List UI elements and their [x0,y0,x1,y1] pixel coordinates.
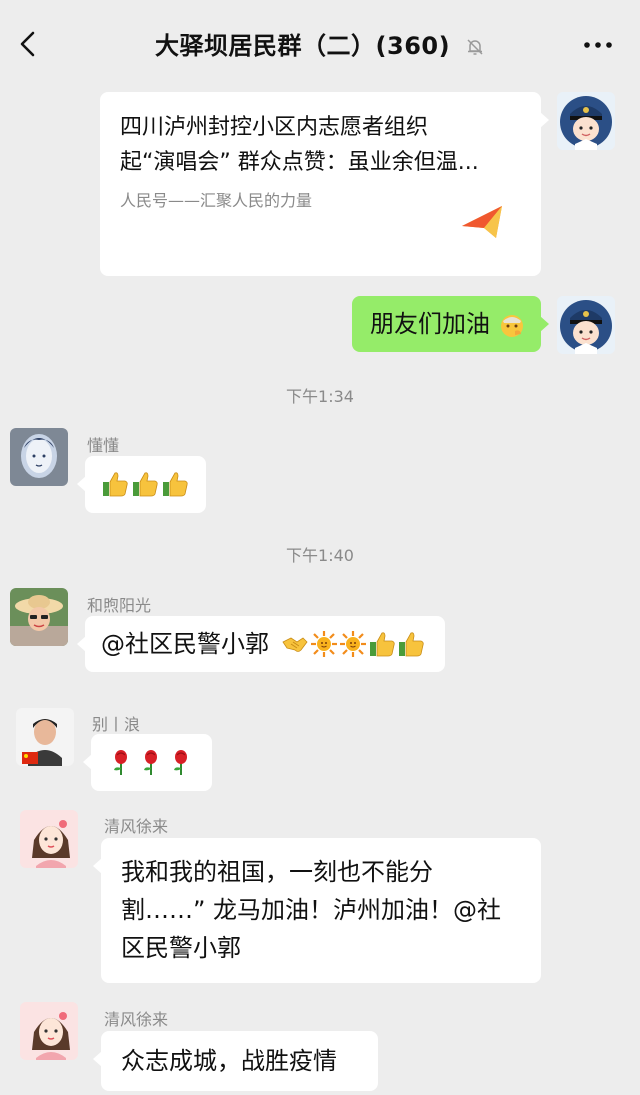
self-avatar[interactable] [557,92,615,150]
timestamp: 下午1:34 [286,387,354,406]
sun-emoji [340,631,366,657]
paper-plane-icon [462,206,502,238]
sender-name: 清风徐来 [104,1010,169,1029]
member-avatar[interactable] [16,708,74,766]
member-text-message[interactable]: 众志成城，战胜疫情 [93,1031,378,1091]
rose-emoji [174,750,187,775]
police-officer-avatar-icon [557,92,615,150]
member-avatar[interactable] [10,588,68,646]
strong-face-emoji [500,315,523,337]
more-button[interactable] [578,30,618,60]
sender-name: 清风徐来 [104,817,169,836]
bell-off-icon [467,39,483,55]
self-text-message[interactable]: 朋友们加油 [352,296,549,352]
more-horizontal-icon [584,42,612,48]
thumbs-up-emoji [103,472,128,497]
cartoon-girl-avatar-icon [20,1002,78,1060]
link-card-title-line-2: 起“演唱会” 群众点赞：虽业余但温... [120,150,479,175]
message-text-line: 区民警小郭 [121,934,241,962]
member-avatar[interactable] [20,810,78,868]
member-emoji-message[interactable] [77,456,206,513]
sun-emoji [311,631,337,657]
message-text: 众志成城，战胜疫情 [121,1047,337,1075]
rose-emoji [114,750,127,775]
sender-name: 和煦阳光 [87,596,152,615]
chat-title: 大驿坝居民群（二）(360) [0,26,640,61]
timestamp: 下午1:40 [286,546,354,565]
message-text: @社区民警小郭 [101,630,269,658]
chat-header: 大驿坝居民群（二）(360) [0,0,640,86]
portrait-avatar-icon [16,708,74,766]
sender-name: 别丨浪 [92,715,141,734]
handshake-emoji [282,637,308,652]
member-avatar[interactable] [20,1002,78,1060]
thumbs-up-emoji [399,632,424,657]
cartoon-girl-avatar-icon [20,810,78,868]
message-text-line: 我和我的祖国，一刻也不能分 [121,858,433,886]
link-card-message[interactable]: 四川泸州封控小区内志愿者组织 起“演唱会” 群众点赞：虽业余但温... 人民号—… [100,92,549,276]
portrait-avatar-icon [10,588,68,646]
sender-name: 懂懂 [87,436,120,455]
thumbs-up-emoji [370,632,395,657]
self-avatar[interactable] [557,296,615,354]
member-avatar[interactable] [10,428,68,486]
link-card-title-line-1: 四川泸州封控小区内志愿者组织 [120,115,429,140]
thumbs-up-emoji [163,472,188,497]
member-emoji-message[interactable] [83,734,212,791]
police-officer-avatar-icon [557,296,615,354]
portrait-avatar-icon [10,428,68,486]
rose-emoji [144,750,157,775]
group-name: 大驿坝居民群（二）(360) [155,32,451,60]
chat-screen: 大驿坝居民群（二）(360) 四川泸州封控小区内志愿者组织 起“演唱会” 群众点… [0,0,640,1095]
message-text: 朋友们加油 [370,310,490,338]
member-text-message[interactable]: @社区民警小郭 [77,616,445,672]
member-text-message[interactable]: 我和我的祖国，一刻也不能分 割……” 龙马加油！泸州加油！@社 区民警小郭 [93,838,541,983]
message-text-line: 割……” 龙马加油！泸州加油！@社 [121,896,502,924]
thumbs-up-emoji [133,472,158,497]
